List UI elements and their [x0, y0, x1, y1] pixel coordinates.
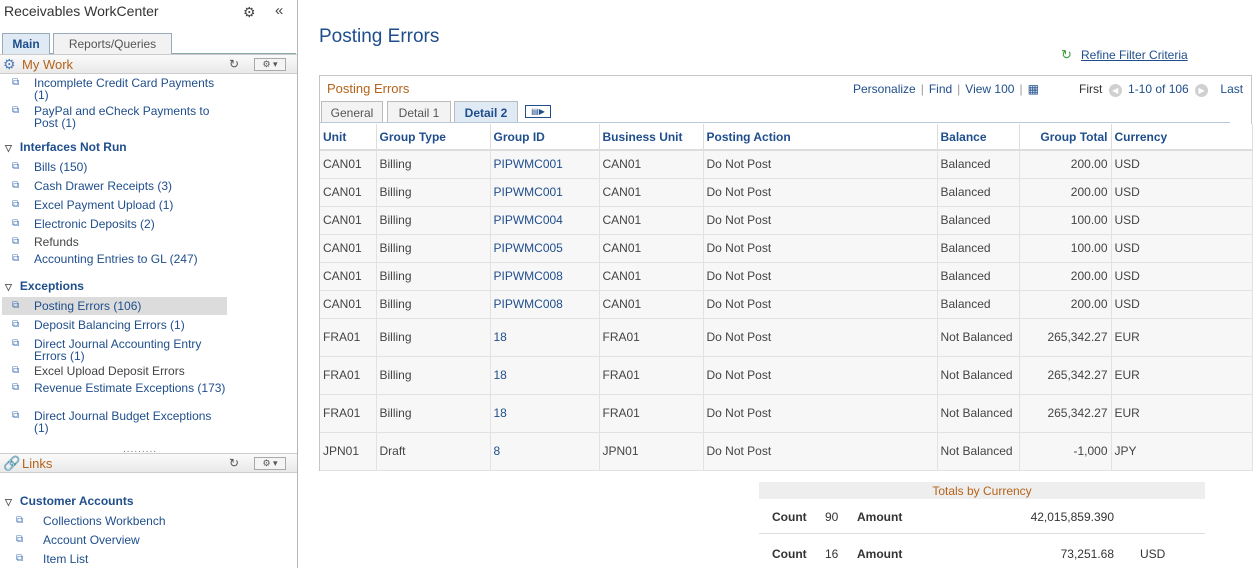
- link-icon: ⧉: [12, 338, 20, 349]
- collapse-triangle-icon: ▽: [5, 143, 12, 153]
- column-header[interactable]: Business Unit: [599, 124, 704, 151]
- list-item-selected[interactable]: ⧉ Posting Errors (106): [2, 297, 227, 315]
- table-row: CAN01 Billing PIPWMC008 CAN01 Do Not Post Bal…: [320, 290, 1253, 319]
- table-row: FRA01 Billing 18 FRA01 Do Not Post Not Balanc…: [320, 356, 1253, 395]
- first-link[interactable]: First: [1079, 82, 1102, 96]
- table-row: FRA01 Billing 18 FRA01 Do Not Post Not Balanc…: [320, 318, 1253, 357]
- posting-errors-grid: Posting Errors Personalize | Find | View 100…: [319, 75, 1253, 471]
- refresh-icon[interactable]: ↻: [229, 57, 239, 71]
- tab-detail-2[interactable]: Detail 2: [454, 101, 518, 123]
- grid-navigation: First ◀ 1-10 of 106 ▶ Last: [1079, 82, 1243, 97]
- my-work-header: ⚙ My Work ↻ ⚙ ▾: [0, 54, 297, 74]
- group-id-link[interactable]: PIPWMC001: [490, 150, 600, 179]
- group-id-link[interactable]: 18: [490, 356, 600, 395]
- column-header[interactable]: Balance: [937, 124, 1020, 151]
- tab-main[interactable]: Main: [2, 33, 50, 54]
- group-exceptions[interactable]: ▽ Exceptions: [5, 279, 84, 293]
- download-grid-icon[interactable]: ▦: [1028, 82, 1039, 96]
- link-icon: ⧉: [12, 161, 20, 172]
- group-id-link[interactable]: 8: [490, 432, 600, 471]
- link-icon: ⧉: [12, 218, 20, 229]
- pagelet-menu-button[interactable]: ⚙ ▾: [254, 58, 286, 71]
- view-all-link[interactable]: View 100: [965, 82, 1014, 96]
- table-row: CAN01 Billing PIPWMC005 CAN01 Do Not Post Bal…: [320, 234, 1253, 263]
- column-header[interactable]: Group Type: [376, 124, 491, 151]
- posting-errors-table: Unit Group Type Group ID Business Unit P…: [320, 124, 1253, 471]
- totals-row: Count 16 Amount 73,251.68 USD: [772, 547, 1166, 561]
- column-header[interactable]: Unit: [320, 124, 377, 151]
- workcenter-pane: Receivables WorkCenter ⚙ « Main Reports/…: [0, 0, 298, 568]
- pagelet-menu-button[interactable]: ⚙ ▾: [254, 457, 286, 470]
- link-icon: ⧉: [12, 77, 20, 88]
- tab-detail-1[interactable]: Detail 1: [387, 101, 451, 123]
- collapse-triangle-icon: ▽: [5, 497, 12, 507]
- show-all-columns-icon[interactable]: ▤▶: [525, 105, 551, 118]
- main-content: Posting Errors ↻ Refine Filter Criteria …: [299, 0, 1253, 568]
- column-header[interactable]: Posting Action: [703, 124, 938, 151]
- tab-underline: [320, 122, 1230, 123]
- totals-by-currency: Totals by Currency Count 90 Amount 42,01…: [759, 482, 1205, 561]
- table-row: JPN01 Draft 8 JPN01 Do Not Post Not Balanced -…: [320, 432, 1253, 471]
- collapse-pane-icon[interactable]: «: [275, 2, 283, 19]
- page-title: Posting Errors: [319, 26, 440, 47]
- grid-title: Posting Errors: [327, 81, 410, 96]
- divider: [759, 533, 1205, 534]
- link-icon: ⧉: [12, 105, 20, 116]
- group-id-link[interactable]: PIPWMC008: [490, 262, 600, 291]
- link-icon: ⧉: [12, 199, 20, 210]
- refresh-icon[interactable]: ↻: [229, 456, 239, 470]
- last-link[interactable]: Last: [1220, 82, 1243, 96]
- gear-icon[interactable]: ⚙: [243, 4, 256, 21]
- refresh-icon: ↻: [1061, 47, 1072, 62]
- totals-row: Count 90 Amount 42,015,859.390: [772, 510, 1114, 524]
- my-work-title[interactable]: My Work: [22, 57, 73, 72]
- group-id-link[interactable]: PIPWMC008: [490, 290, 600, 319]
- find-link[interactable]: Find: [929, 82, 952, 96]
- table-header-row: Unit Group Type Group ID Business Unit P…: [320, 124, 1253, 151]
- link-icon: ⧉: [12, 180, 20, 191]
- group-interfaces[interactable]: ▽ Interfaces Not Run: [5, 140, 127, 154]
- link-icon: ⧉: [16, 534, 24, 545]
- table-row: CAN01 Billing PIPWMC004 CAN01 Do Not Post Bal…: [320, 206, 1253, 235]
- tab-reports-queries[interactable]: Reports/Queries: [53, 33, 172, 54]
- link-icon: ⧉: [12, 382, 20, 393]
- column-header[interactable]: Group Total: [1019, 124, 1112, 151]
- collapse-triangle-icon: ▽: [5, 282, 12, 292]
- totals-title: Totals by Currency: [759, 482, 1205, 499]
- workcenter-tabs: Main Reports/Queries: [2, 33, 296, 54]
- group-id-link[interactable]: PIPWMC005: [490, 234, 600, 263]
- link-icon: ⧉: [12, 410, 20, 421]
- table-row: FRA01 Billing 18 FRA01 Do Not Post Not Balanc…: [320, 394, 1253, 433]
- link-icon: ⧉: [12, 319, 20, 330]
- group-id-link[interactable]: PIPWMC004: [490, 206, 600, 235]
- row-range: 1-10 of 106: [1128, 82, 1189, 96]
- grid-toolbar: Personalize | Find | View 100 | ▦: [853, 82, 1039, 96]
- my-work-gear-icon: ⚙: [3, 56, 16, 72]
- table-row: CAN01 Billing PIPWMC001 CAN01 Do Not Post Bal…: [320, 150, 1253, 179]
- links-header: 🔗 Links ↻ ⚙ ▾: [0, 453, 297, 473]
- link-icon: ⧉: [12, 253, 20, 264]
- link-icon: ⧉: [12, 365, 20, 376]
- group-id-link[interactable]: PIPWMC001: [490, 178, 600, 207]
- group-id-link[interactable]: 18: [490, 318, 600, 357]
- table-row: CAN01 Billing PIPWMC008 CAN01 Do Not Post Bal…: [320, 262, 1253, 291]
- link-icon: ⧉: [12, 236, 20, 247]
- links-icon: 🔗: [3, 455, 21, 471]
- previous-icon[interactable]: ◀: [1108, 84, 1122, 97]
- group-customer-accounts[interactable]: ▽ Customer Accounts: [5, 494, 134, 508]
- links-title[interactable]: Links: [22, 456, 52, 471]
- link-icon: ⧉: [16, 515, 24, 526]
- table-row: CAN01 Billing PIPWMC001 CAN01 Do Not Post Bal…: [320, 178, 1253, 207]
- workcenter-title: Receivables WorkCenter: [4, 3, 159, 19]
- group-id-link[interactable]: 18: [490, 394, 600, 433]
- link-icon: ⧉: [12, 300, 20, 311]
- tab-general[interactable]: General: [321, 101, 383, 123]
- personalize-link[interactable]: Personalize: [853, 82, 916, 96]
- refine-filter-link[interactable]: ↻ Refine Filter Criteria: [1061, 47, 1188, 62]
- link-icon: ⧉: [16, 553, 24, 564]
- next-icon[interactable]: ▶: [1195, 84, 1209, 97]
- column-header[interactable]: Group ID: [490, 124, 600, 151]
- column-header[interactable]: Currency: [1111, 124, 1253, 151]
